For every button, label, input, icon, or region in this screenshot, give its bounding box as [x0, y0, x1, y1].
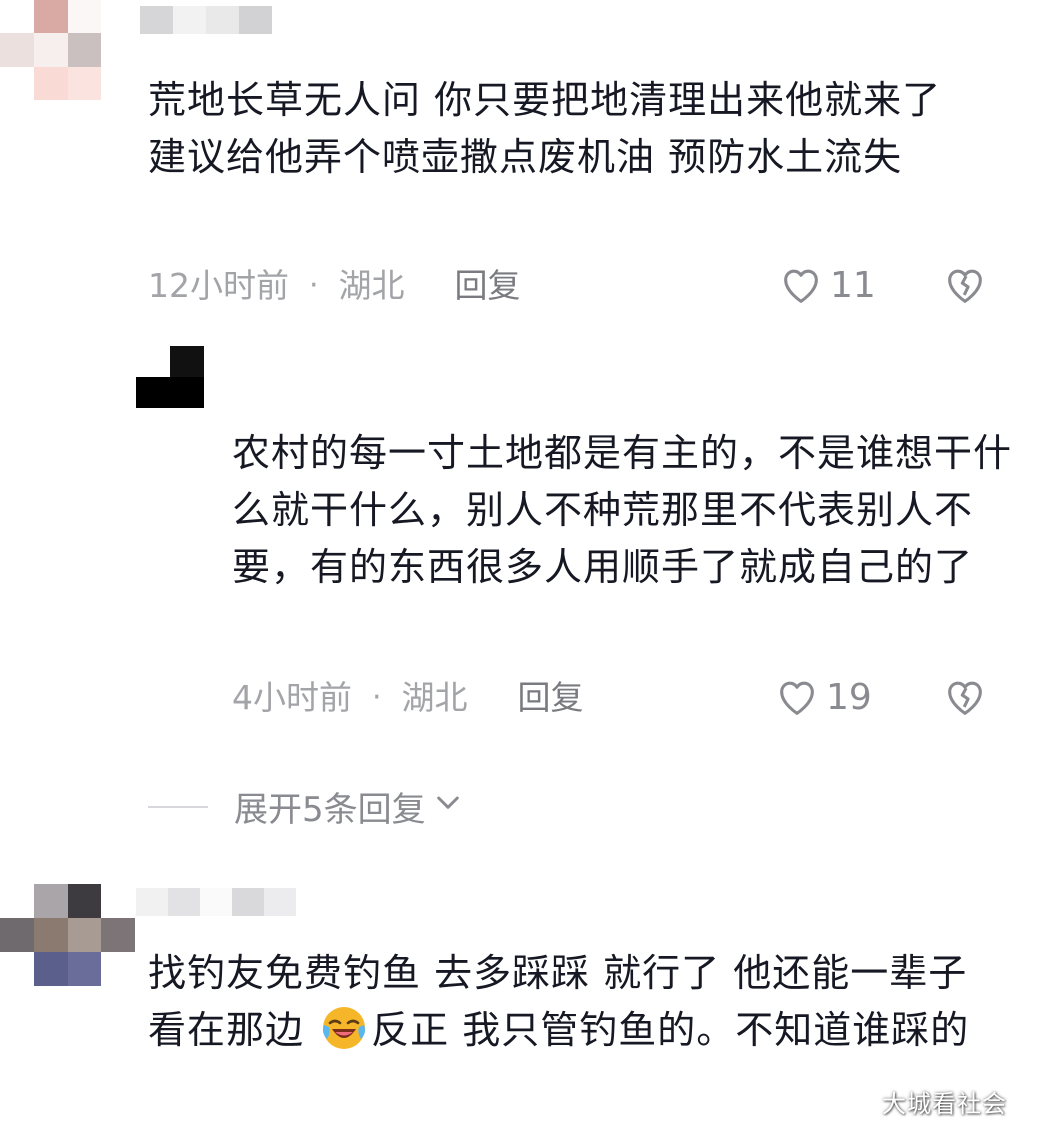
meta-separator: ·	[372, 680, 382, 715]
comment-text: 荒地长草无人问 你只要把地清理出来他就来了 建议给他弄个喷壶撒点废机油 预防水土…	[148, 78, 942, 179]
reply-location: 湖北	[401, 678, 468, 717]
watermark: 大城看社会	[882, 1090, 1007, 1118]
like-count: 11	[830, 264, 876, 306]
reply-like-button[interactable]: 19	[774, 674, 872, 720]
reply-button[interactable]: 回复	[518, 678, 584, 718]
username[interactable]	[136, 888, 296, 916]
chevron-down-icon	[432, 786, 464, 827]
expand-replies-label: 展开5条回复	[234, 790, 426, 830]
comment-time: 12小时前	[148, 266, 289, 305]
reply-button[interactable]: 回复	[455, 266, 521, 306]
reply-time: 4小时前	[232, 678, 352, 717]
meta-separator: ·	[309, 268, 319, 303]
broken-heart-icon	[942, 674, 988, 720]
heart-icon	[778, 262, 824, 308]
heart-icon	[774, 674, 820, 720]
laughing-tears-emoji-icon	[321, 1005, 367, 1051]
like-count: 19	[826, 676, 872, 718]
dislike-button[interactable]	[942, 262, 988, 308]
reply-text: 农村的每一寸土地都是有主的，不是谁想干什么就干什么，别人不种荒那里不代表别人不要…	[232, 431, 1013, 589]
username[interactable]	[140, 6, 272, 34]
comment-text: 找钓友免费钓鱼 去多踩踩 就行了 他还能一辈子看在那边 反正 我只管钓鱼的。不知…	[148, 945, 998, 1059]
expand-replies-button[interactable]: 展开5条回复	[148, 782, 464, 831]
comment-text-part: 反正 我只管钓鱼的。不知道谁踩的	[371, 1008, 970, 1052]
reply-dislike-button[interactable]	[942, 674, 988, 720]
comment-location: 湖北	[338, 266, 405, 305]
reply-meta: 4小时前 · 湖北 回复	[232, 678, 584, 718]
avatar[interactable]	[0, 0, 135, 100]
divider-line	[148, 805, 208, 808]
comment-meta: 12小时前 · 湖北 回复	[148, 266, 521, 306]
like-button[interactable]: 11	[778, 262, 876, 308]
broken-heart-icon	[942, 262, 988, 308]
avatar[interactable]	[0, 884, 135, 986]
reply-avatar[interactable]	[136, 346, 204, 408]
